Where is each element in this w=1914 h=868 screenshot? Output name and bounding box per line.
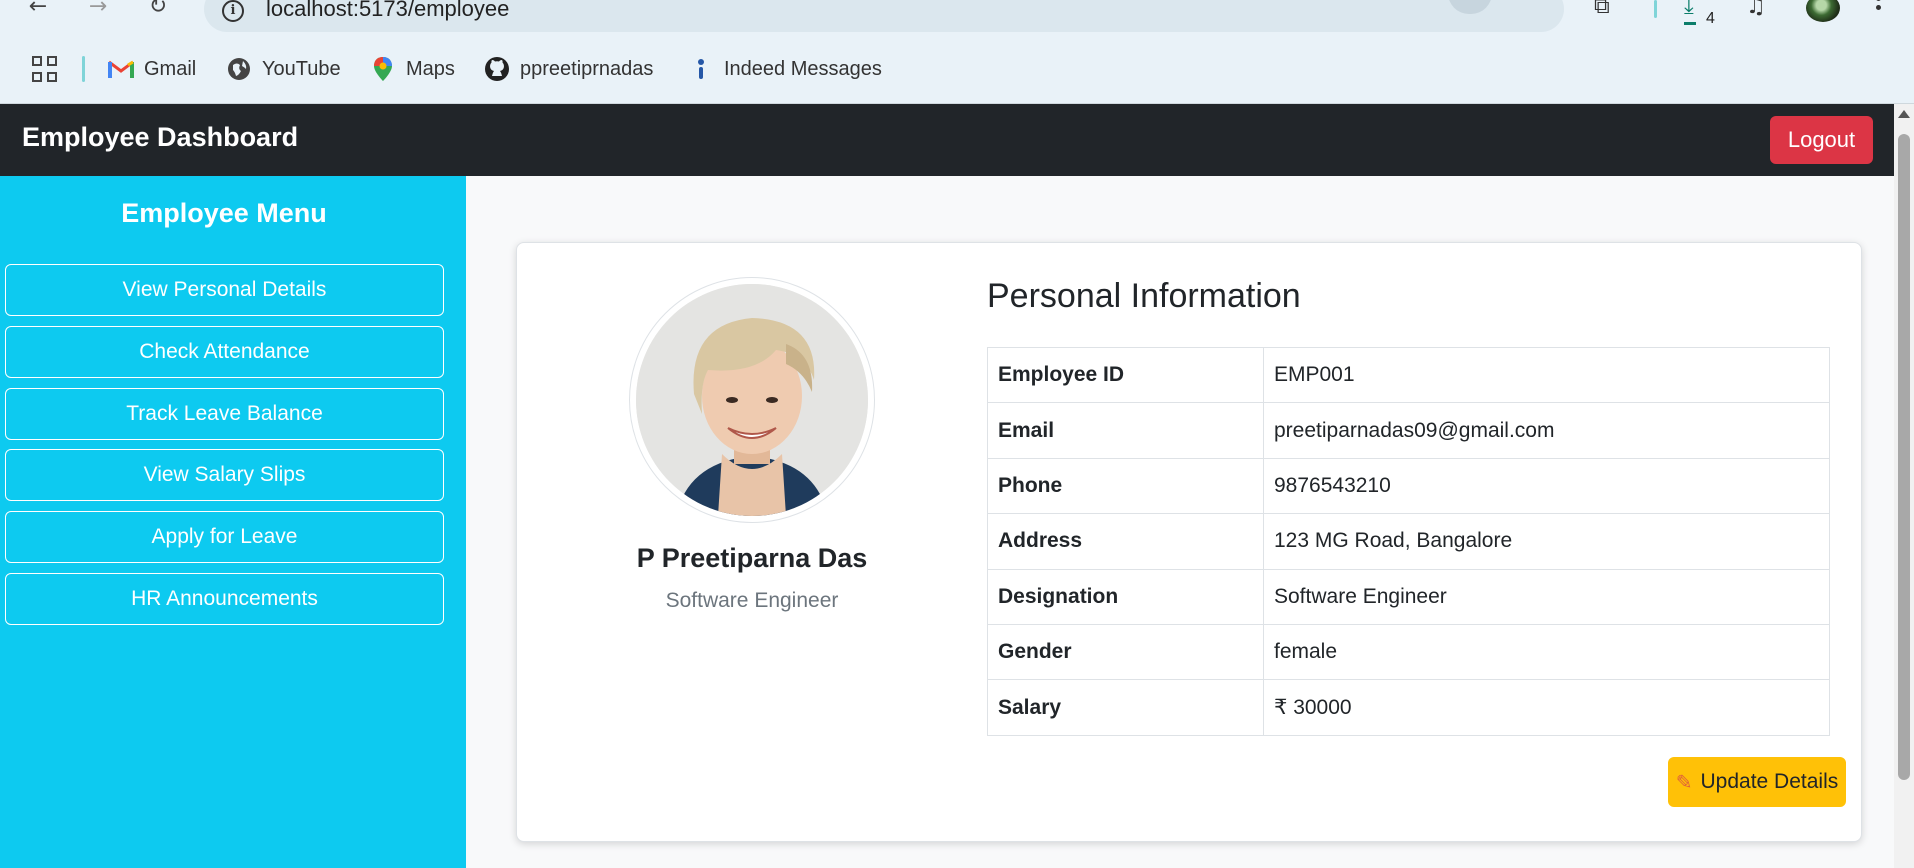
table-row: Gender female	[987, 623, 1830, 681]
bookmark-youtube[interactable]: YouTube	[226, 54, 341, 84]
globe-icon	[226, 56, 252, 82]
field-value: female	[1263, 623, 1830, 681]
table-row: Address 123 MG Road, Bangalore	[987, 513, 1830, 570]
menu-kebab-icon[interactable]	[1876, 0, 1882, 14]
pencil-icon: ✎	[1675, 771, 1693, 794]
apps-grid-icon[interactable]	[32, 56, 58, 82]
profile-card: P Preetiparna Das Software Engineer Pers…	[516, 242, 1862, 842]
github-icon	[484, 56, 510, 82]
back-icon[interactable]: ←	[24, 0, 52, 22]
personal-info-title: Personal Information	[987, 277, 1301, 315]
personal-info-table: Employee ID EMP001 Email preetiparnadas0…	[987, 346, 1830, 736]
app-navbar: Employee Dashboard Logout	[0, 104, 1894, 176]
field-label: Email	[987, 402, 1264, 459]
bookmark-github[interactable]: ppreetiprnadas	[484, 54, 653, 84]
table-row: Salary ₹ 30000	[987, 679, 1830, 736]
zoom-pill[interactable]	[1448, 0, 1492, 14]
forward-icon[interactable]: →	[84, 0, 112, 22]
field-label: Employee ID	[987, 346, 1264, 404]
field-label: Address	[987, 513, 1264, 570]
sidebar-item-view-salary-slips[interactable]: View Salary Slips	[5, 449, 444, 501]
bookmark-label: Gmail	[144, 57, 197, 80]
field-value: ₹ 30000	[1263, 679, 1830, 736]
field-value: Software Engineer	[1263, 568, 1830, 625]
download-icon[interactable]: ⤓	[1684, 0, 1694, 18]
sidebar: Employee Menu View Personal Details Chec…	[0, 176, 466, 868]
sidebar-item-apply-for-leave[interactable]: Apply for Leave	[5, 511, 444, 563]
bookmarks-divider	[82, 56, 85, 82]
table-row: Email preetiparnadas09@gmail.com	[987, 402, 1830, 459]
update-details-button[interactable]: ✎ Update Details	[1668, 757, 1846, 807]
media-control-icon[interactable]: ♫	[1746, 0, 1766, 18]
field-label: Gender	[987, 623, 1264, 681]
brand-title[interactable]: Employee Dashboard	[22, 122, 298, 153]
sidebar-title: Employee Menu	[121, 198, 327, 228]
field-value: 9876543210	[1263, 457, 1830, 515]
field-value: EMP001	[1263, 346, 1830, 404]
employee-name: P Preetiparna Das	[636, 543, 868, 573]
table-row: Designation Software Engineer	[987, 568, 1830, 625]
maps-pin-icon	[370, 56, 396, 82]
profile-avatar[interactable]	[1806, 0, 1840, 22]
field-label: Designation	[987, 568, 1264, 625]
bookmark-label: ppreetiprnadas	[520, 57, 654, 80]
table-row: Phone 9876543210	[987, 457, 1830, 515]
table-row: Employee ID EMP001	[987, 346, 1830, 404]
indeed-icon	[688, 56, 714, 82]
bookmark-indeed[interactable]: Indeed Messages	[688, 54, 882, 84]
sidebar-item-track-leave-balance[interactable]: Track Leave Balance	[5, 388, 444, 440]
bookmark-label: Maps	[406, 57, 455, 80]
url-text[interactable]: localhost:5173/employee	[266, 0, 509, 22]
browser-toolbar: ← → ↻ i localhost:5173/employee ⚿ ⌕ ☆ ⧉ …	[0, 0, 1914, 40]
field-label: Salary	[987, 679, 1264, 736]
main-content: P Preetiparna Das Software Engineer Pers…	[466, 176, 1894, 868]
profile-photo-frame	[629, 277, 875, 523]
scroll-up-icon[interactable]	[1898, 110, 1910, 118]
download-progress-underline	[1684, 22, 1696, 25]
scroll-thumb[interactable]	[1898, 134, 1910, 780]
download-count-badge: 4	[1706, 10, 1715, 27]
toolbar-divider	[1654, 0, 1657, 18]
employee-role: Software Engineer	[665, 589, 839, 612]
bookmark-maps[interactable]: Maps	[370, 54, 455, 84]
bookmarks-bar: Gmail YouTube Maps ppreetiprnadas Indeed…	[0, 40, 1914, 104]
logout-button[interactable]: Logout	[1770, 116, 1873, 164]
update-details-label: Update Details	[1700, 770, 1839, 793]
page-scrollbar[interactable]	[1894, 104, 1914, 868]
bookmark-gmail[interactable]: Gmail	[108, 54, 196, 84]
address-bar[interactable]: i localhost:5173/employee ⚿ ⌕ ☆	[204, 0, 1564, 32]
site-info-icon[interactable]: i	[222, 0, 244, 22]
bookmark-label: Indeed Messages	[724, 57, 882, 80]
profile-photo	[636, 284, 868, 516]
sidebar-item-check-attendance[interactable]: Check Attendance	[5, 326, 444, 378]
sidebar-item-view-personal-details[interactable]: View Personal Details	[5, 264, 444, 316]
sidebar-item-hr-announcements[interactable]: HR Announcements	[5, 573, 444, 625]
gmail-icon	[108, 56, 134, 82]
field-label: Phone	[987, 457, 1264, 515]
extensions-icon[interactable]: ⧉	[1594, 0, 1610, 18]
bookmark-label: YouTube	[262, 57, 341, 80]
reload-icon[interactable]: ↻	[144, 0, 172, 22]
field-value: 123 MG Road, Bangalore	[1263, 513, 1830, 570]
field-value: preetiparnadas09@gmail.com	[1263, 402, 1830, 459]
